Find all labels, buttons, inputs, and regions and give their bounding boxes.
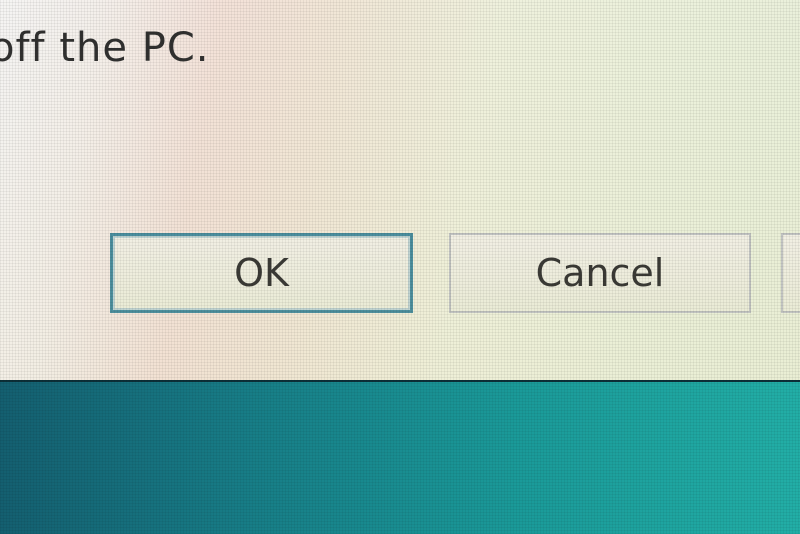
desktop-background [0, 380, 800, 534]
dialog-window: off the PC. OK Cancel [0, 0, 800, 380]
ok-button[interactable]: OK [110, 233, 413, 313]
cancel-button[interactable]: Cancel [449, 233, 751, 313]
third-button-partial[interactable] [781, 233, 800, 313]
dialog-message: off the PC. [0, 25, 210, 71]
cancel-button-label: Cancel [535, 251, 665, 295]
ok-button-label: OK [234, 251, 289, 295]
